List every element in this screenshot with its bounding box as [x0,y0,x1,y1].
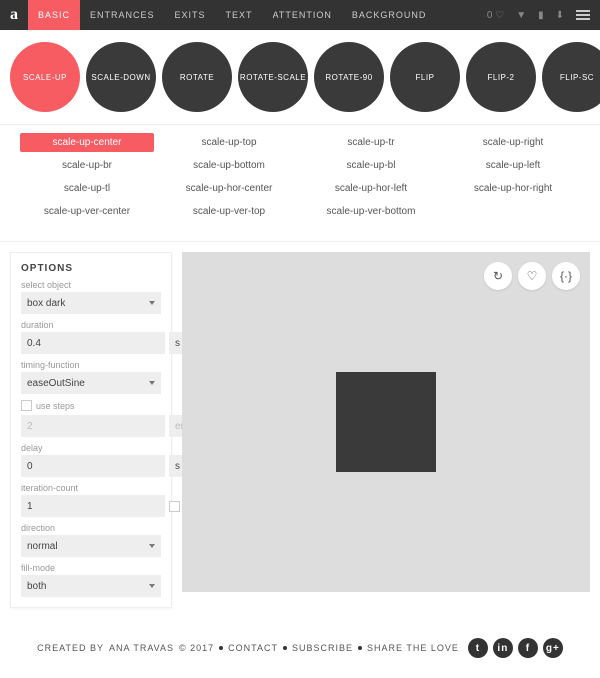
topbar: a BASICENTRANCESEXITSTEXTATTENTIONBACKGR… [0,0,600,30]
topnav-item-background[interactable]: BACKGROUND [342,0,437,30]
circle-flip[interactable]: FLIP [390,42,460,112]
animation-categories: SCALE-UPSCALE-DOWNROTATEROTATE-SCALEROTA… [0,30,600,124]
replay-button[interactable]: ↻ [484,262,512,290]
filter-icon[interactable]: ▼ [516,10,526,21]
separator-dot [219,646,223,650]
lock-icon[interactable]: ▮ [538,10,544,21]
variant-scale-up-hor-center[interactable]: scale-up-hor-center [162,179,296,198]
footer: CREATED BY ANA TRAVAS © 2017 CONTACT SUB… [0,618,600,678]
timing-label: timing-function [21,360,161,370]
topbar-right: 0 ♡ ▼ ▮ ⬇ [487,10,590,21]
variant-scale-up-bottom[interactable]: scale-up-bottom [162,156,296,175]
social-g+[interactable]: g+ [543,638,563,658]
social-f[interactable]: f [518,638,538,658]
topnav-item-entrances[interactable]: ENTRANCES [80,0,165,30]
iteration-input[interactable] [21,495,165,517]
contact-link[interactable]: CONTACT [228,643,278,653]
steps-input [21,415,165,437]
infinite-checkbox[interactable] [169,501,180,512]
duration-input[interactable] [21,332,165,354]
variant-scale-up-ver-bottom[interactable]: scale-up-ver-bottom [304,202,438,221]
social-t[interactable]: t [468,638,488,658]
fillmode-dropdown[interactable]: both [21,575,161,597]
logo[interactable]: a [10,6,18,24]
variant-scale-up-left[interactable]: scale-up-left [446,156,580,175]
select-object-label: select object [21,280,161,290]
topnav-item-text[interactable]: TEXT [216,0,263,30]
created-by-text: CREATED BY [37,643,104,653]
download-icon[interactable]: ⬇ [556,10,564,21]
use-steps-checkbox[interactable] [21,400,32,411]
preview-area: ↻ ♡ {·} [182,252,590,592]
favorite-button[interactable]: ♡ [518,262,546,290]
separator-dot [358,646,362,650]
fillmode-label: fill-mode [21,563,161,573]
variant-scale-up-hor-left[interactable]: scale-up-hor-left [304,179,438,198]
variant-scale-up-br[interactable]: scale-up-br [20,156,154,175]
circle-flip-2[interactable]: FLIP-2 [466,42,536,112]
social-links: tinfg+ [468,638,563,658]
topnav-item-basic[interactable]: BASIC [28,0,80,30]
circle-rotate[interactable]: ROTATE [162,42,232,112]
share-text: SHARE THE LOVE [367,643,459,653]
delay-label: delay [21,443,161,453]
code-button[interactable]: {·} [552,262,580,290]
variant-scale-up-ver-center[interactable]: scale-up-ver-center [20,202,154,221]
animation-variants: scale-up-center scale-up-top scale-up-tr sc… [0,124,600,242]
heart-count[interactable]: 0 ♡ [487,10,504,21]
circle-rotate-90[interactable]: ROTATE-90 [314,42,384,112]
variant-scale-up-tl[interactable]: scale-up-tl [20,179,154,198]
workspace: OPTIONS select object box dark duration … [0,242,600,618]
direction-label: direction [21,523,161,533]
preview-actions: ↻ ♡ {·} [484,262,580,290]
social-in[interactable]: in [493,638,513,658]
use-steps-label: use steps [36,401,75,411]
top-navigation: BASICENTRANCESEXITSTEXTATTENTIONBACKGROU… [28,0,436,30]
variant-scale-up-hor-right[interactable]: scale-up-hor-right [446,179,580,198]
circle-flip-sc[interactable]: FLIP-SC [542,42,600,112]
circle-scale-up[interactable]: SCALE-UP [10,42,80,112]
preview-object [336,372,436,472]
separator-dot [283,646,287,650]
year-text: © 2017 [179,643,214,653]
circle-rotate-scale[interactable]: ROTATE-SCALE [238,42,308,112]
menu-icon[interactable] [576,10,590,20]
variant-scale-up-top[interactable]: scale-up-top [162,133,296,152]
select-object-dropdown[interactable]: box dark [21,292,161,314]
options-title: OPTIONS [21,263,161,274]
direction-dropdown[interactable]: normal [21,535,161,557]
author-link[interactable]: ANA TRAVAS [109,643,174,653]
duration-label: duration [21,320,161,330]
iteration-label: iteration-count [21,483,161,493]
variant-scale-up-ver-top[interactable]: scale-up-ver-top [162,202,296,221]
options-panel: OPTIONS select object box dark duration … [10,252,172,608]
timing-dropdown[interactable]: easeOutSine [21,372,161,394]
circle-scale-down[interactable]: SCALE-DOWN [86,42,156,112]
variant-scale-up-right[interactable]: scale-up-right [446,133,580,152]
variant-scale-up-bl[interactable]: scale-up-bl [304,156,438,175]
topnav-item-attention[interactable]: ATTENTION [263,0,342,30]
variant-scale-up-center[interactable]: scale-up-center [20,133,154,152]
delay-input[interactable] [21,455,165,477]
subscribe-link[interactable]: SUBSCRIBE [292,643,353,653]
variant-scale-up-tr[interactable]: scale-up-tr [304,133,438,152]
topnav-item-exits[interactable]: EXITS [165,0,216,30]
